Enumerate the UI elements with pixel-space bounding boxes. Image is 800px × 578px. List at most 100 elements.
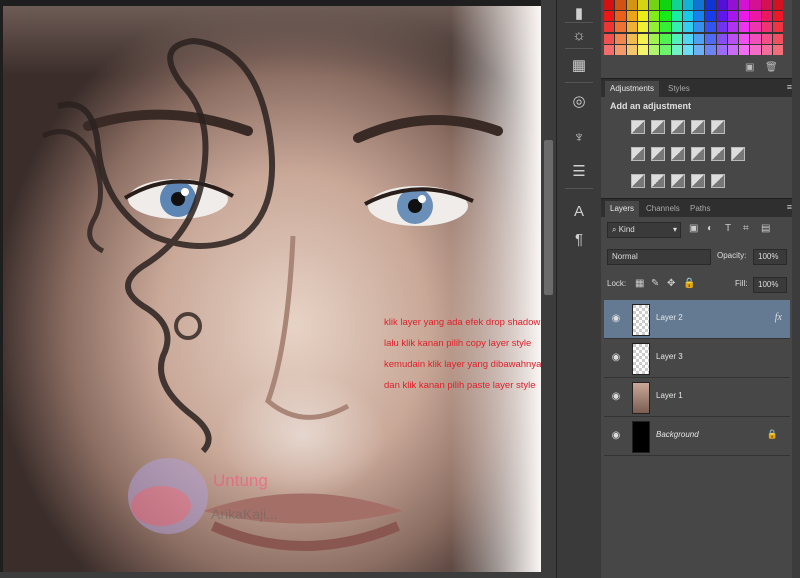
swatch[interactable]	[716, 33, 727, 44]
black-white-icon[interactable]	[671, 147, 685, 161]
swatch[interactable]	[772, 11, 783, 22]
swatch[interactable]	[671, 33, 682, 44]
swatch[interactable]	[649, 44, 660, 55]
trash-icon[interactable]: 🗑	[765, 62, 778, 73]
fill-input[interactable]: 100%	[753, 277, 787, 293]
info-icon[interactable]: ☼	[569, 26, 589, 46]
swatch[interactable]	[739, 11, 750, 22]
swatch[interactable]	[649, 33, 660, 44]
swatch[interactable]	[716, 0, 727, 10]
swatch[interactable]	[626, 44, 637, 55]
selective-color-icon[interactable]	[711, 174, 725, 188]
swatch[interactable]	[727, 0, 738, 10]
swatches-grid[interactable]	[604, 0, 783, 55]
exposure-icon[interactable]	[691, 120, 705, 134]
scroll-thumb[interactable]	[544, 140, 553, 295]
swatch[interactable]	[772, 33, 783, 44]
swatch[interactable]	[671, 22, 682, 33]
swatch[interactable]	[694, 22, 705, 33]
swatch[interactable]	[615, 0, 626, 10]
swatch[interactable]	[761, 44, 772, 55]
swatch[interactable]	[772, 22, 783, 33]
swatch[interactable]	[761, 33, 772, 44]
swatch[interactable]	[671, 0, 682, 10]
swatch[interactable]	[694, 44, 705, 55]
swatch[interactable]	[660, 11, 671, 22]
layer-row-layer-3[interactable]: ◉ Layer 3	[604, 339, 790, 378]
lock-all-icon[interactable]: 🔒	[683, 278, 695, 289]
swatch[interactable]	[694, 11, 705, 22]
swatch[interactable]	[739, 33, 750, 44]
swatch[interactable]	[604, 0, 615, 10]
adjustment-filter-icon[interactable]: ◐	[707, 223, 713, 234]
fx-icon[interactable]: fx	[775, 312, 782, 323]
swatch[interactable]	[637, 0, 648, 10]
posterize-icon[interactable]	[651, 174, 665, 188]
swatch[interactable]	[750, 0, 761, 10]
swatch[interactable]	[682, 22, 693, 33]
swatch[interactable]	[739, 44, 750, 55]
swatch[interactable]	[682, 0, 693, 10]
navigator-icon[interactable]: ▦	[569, 56, 589, 76]
swatch[interactable]	[604, 33, 615, 44]
color-lookup-icon[interactable]	[731, 147, 745, 161]
threshold-icon[interactable]	[671, 174, 685, 188]
opacity-input[interactable]: 100%	[753, 249, 787, 265]
swatch[interactable]	[750, 33, 761, 44]
eye-icon[interactable]: ◉	[610, 430, 622, 442]
swatch[interactable]	[637, 44, 648, 55]
shape-filter-icon[interactable]: ⌗	[743, 223, 749, 234]
eye-icon[interactable]: ◉	[610, 391, 622, 403]
swatch[interactable]	[727, 22, 738, 33]
swatch[interactable]	[739, 0, 750, 10]
swatch[interactable]	[694, 33, 705, 44]
swatch[interactable]	[705, 33, 716, 44]
channel-mixer-icon[interactable]	[711, 147, 725, 161]
lock-position-icon[interactable]: ✥	[667, 278, 675, 289]
clone-source-icon[interactable]: ♆	[569, 128, 589, 148]
swatch[interactable]	[649, 0, 660, 10]
vertical-scrollbar[interactable]	[541, 0, 556, 578]
brightness-icon[interactable]	[631, 120, 645, 134]
swatch[interactable]	[637, 33, 648, 44]
swatch[interactable]	[682, 33, 693, 44]
swatch[interactable]	[626, 22, 637, 33]
swatch[interactable]	[615, 11, 626, 22]
swatch[interactable]	[671, 11, 682, 22]
swatch[interactable]	[660, 33, 671, 44]
paragraph-icon[interactable]: ¶	[569, 230, 589, 250]
swatch[interactable]	[727, 11, 738, 22]
hue-saturation-icon[interactable]	[631, 147, 645, 161]
panel-scrollbar[interactable]	[792, 0, 800, 578]
character-icon[interactable]: A	[569, 202, 589, 222]
color-balance-icon[interactable]	[651, 147, 665, 161]
gradient-map-icon[interactable]	[691, 174, 705, 188]
swatch[interactable]	[739, 22, 750, 33]
swatch[interactable]	[716, 11, 727, 22]
swatch[interactable]	[750, 11, 761, 22]
swatch[interactable]	[705, 0, 716, 10]
new-swatch-icon[interactable]: ▣	[745, 62, 754, 73]
tab-styles[interactable]: Styles	[663, 81, 695, 97]
swatch[interactable]	[615, 44, 626, 55]
swatch[interactable]	[637, 11, 648, 22]
eye-icon[interactable]: ◉	[610, 313, 622, 325]
swatch[interactable]	[626, 33, 637, 44]
swatch[interactable]	[772, 0, 783, 10]
swatch[interactable]	[772, 44, 783, 55]
swatch[interactable]	[660, 22, 671, 33]
swatch[interactable]	[761, 22, 772, 33]
vibrance-icon[interactable]	[711, 120, 725, 134]
tab-channels[interactable]: Channels	[641, 201, 685, 217]
swatch[interactable]	[637, 22, 648, 33]
levels-icon[interactable]	[651, 120, 665, 134]
tab-layers[interactable]: Layers	[605, 201, 640, 217]
blend-mode-select[interactable]: Normal	[607, 249, 711, 265]
swatch[interactable]	[682, 44, 693, 55]
brush-preset-icon[interactable]: ◎	[569, 92, 589, 112]
swatch[interactable]	[649, 22, 660, 33]
swatch[interactable]	[761, 11, 772, 22]
eye-icon[interactable]: ◉	[610, 352, 622, 364]
swatch[interactable]	[604, 11, 615, 22]
swatch[interactable]	[615, 22, 626, 33]
